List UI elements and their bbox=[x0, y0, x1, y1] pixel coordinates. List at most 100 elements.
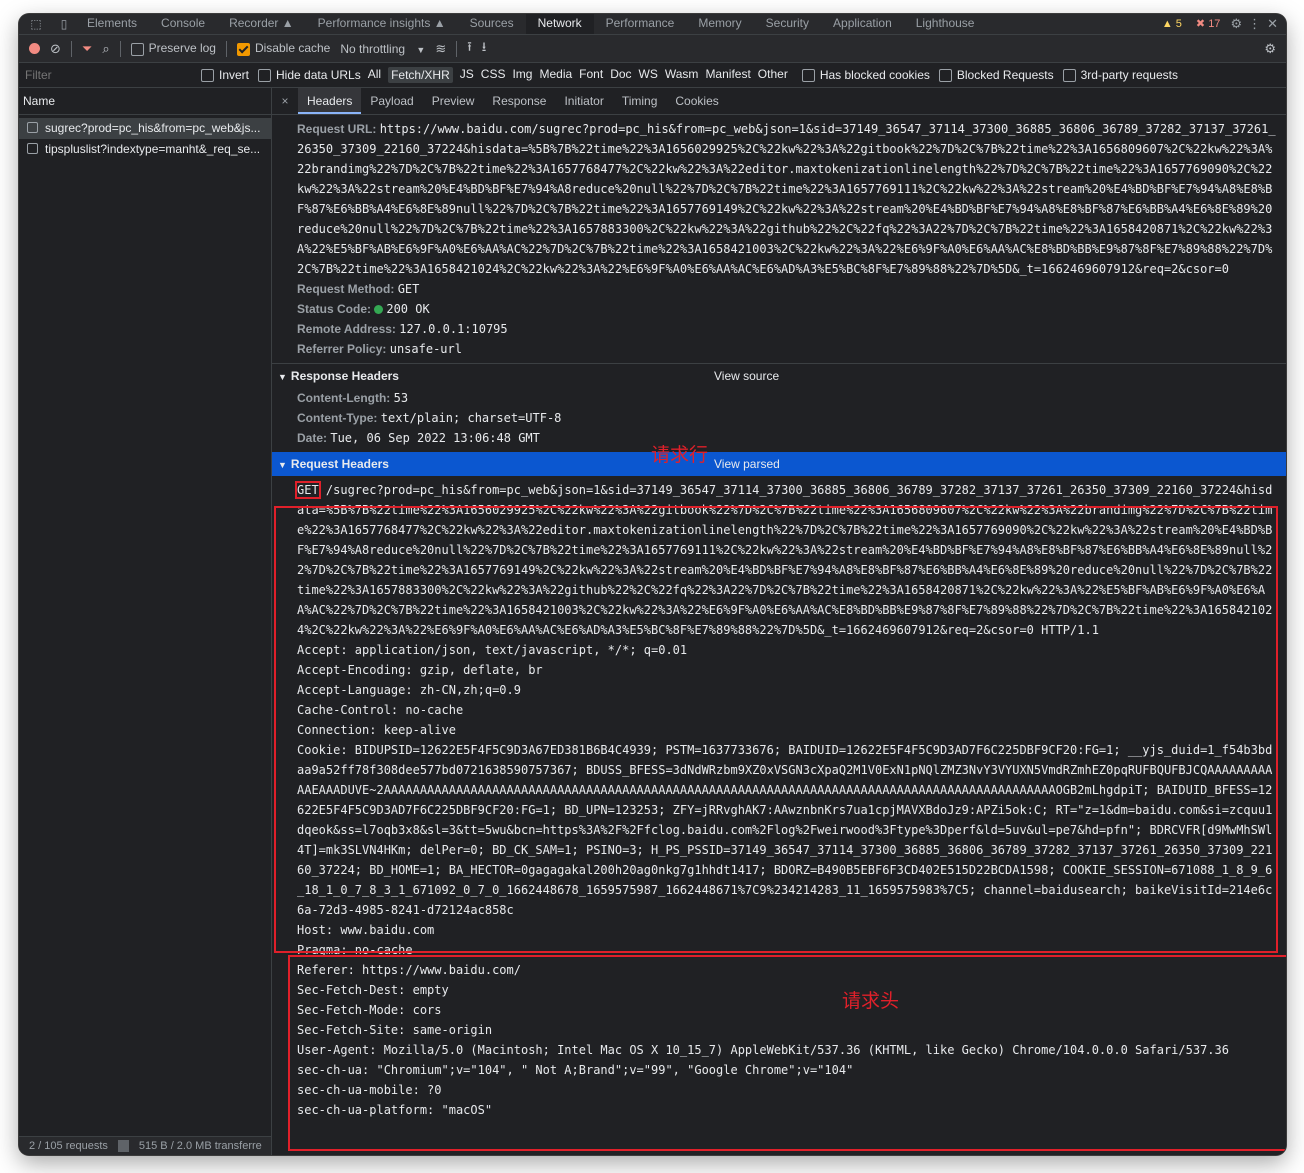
referrer-policy-row: Referrer Policy: unsafe-url bbox=[272, 339, 1286, 359]
preserve-log-checkbox[interactable]: Preserve log bbox=[130, 41, 216, 56]
view-source-link[interactable]: View source bbox=[714, 364, 779, 388]
detail-tab-cookies[interactable]: Cookies bbox=[666, 88, 727, 114]
panel-tab[interactable]: Memory bbox=[686, 14, 753, 34]
more-menu-icon[interactable]: ⋮ bbox=[1248, 16, 1261, 32]
request-row-checkbox[interactable] bbox=[27, 122, 38, 133]
type-filter-all[interactable]: All bbox=[368, 67, 381, 83]
network-toolbar: ⊘ ⏷ ⌕ Preserve log Disable cache No thro… bbox=[19, 35, 1286, 63]
detail-tab-timing[interactable]: Timing bbox=[613, 88, 667, 114]
type-filter-font[interactable]: Font bbox=[579, 67, 603, 83]
type-filter-img[interactable]: Img bbox=[512, 67, 532, 83]
request-detail-pane: × Headers Payload Preview Response Initiator… bbox=[272, 88, 1286, 1155]
close-detail-icon[interactable]: × bbox=[272, 94, 298, 108]
throttling-select[interactable]: No throttling ▼ bbox=[340, 42, 425, 56]
third-party-box[interactable] bbox=[1062, 69, 1076, 83]
network-settings-icon[interactable]: ⚙ bbox=[1264, 41, 1276, 57]
type-filter-media[interactable]: Media bbox=[539, 67, 572, 83]
warning-count[interactable]: ▲ 5 bbox=[1158, 17, 1186, 31]
filter-input[interactable] bbox=[23, 66, 187, 84]
has-blocked-cookies-box[interactable] bbox=[801, 69, 815, 83]
remote-address-row: Remote Address: 127.0.0.1:10795 bbox=[272, 319, 1286, 339]
response-headers-header[interactable]: ▼ Response Headers View source bbox=[272, 363, 1286, 388]
headers-content: Request URL: https://www.baidu.com/sugre… bbox=[272, 115, 1286, 1155]
record-icon[interactable] bbox=[29, 43, 40, 54]
type-filter-ws[interactable]: WS bbox=[639, 67, 658, 83]
inspect-element-icon[interactable]: ⬚ bbox=[19, 14, 53, 34]
panel-tab[interactable]: Security bbox=[754, 14, 821, 34]
detail-tabs: × Headers Payload Preview Response Initiator… bbox=[272, 88, 1286, 115]
resource-type-filters: All Fetch/XHR JS CSS Img Media Font Doc WS Wasm Ma… bbox=[361, 67, 788, 83]
blocked-requests-box[interactable] bbox=[938, 69, 952, 83]
invert-checkbox[interactable]: Invert bbox=[201, 68, 249, 83]
request-header-annotation: 请求头 bbox=[842, 990, 900, 1012]
panel-tab[interactable]: Application bbox=[821, 14, 904, 34]
disable-cache-box[interactable] bbox=[236, 42, 250, 56]
response-headers-list: Content-Length: 53 Content-Type: text/pla… bbox=[272, 388, 1286, 452]
remote-address-value: 127.0.0.1:10795 bbox=[399, 322, 508, 336]
panel-tab[interactable]: Console bbox=[149, 14, 217, 34]
detail-tab-headers[interactable]: Headers bbox=[298, 88, 362, 114]
preserve-log-label: Preserve log bbox=[148, 41, 216, 56]
preserve-log-box[interactable] bbox=[130, 42, 144, 56]
gear-icon[interactable]: ⚙ bbox=[1230, 16, 1242, 32]
panel-tab[interactable]: Elements bbox=[75, 14, 149, 34]
invert-box[interactable] bbox=[201, 69, 214, 83]
chevron-down-icon: ▼ bbox=[416, 44, 426, 55]
request-url-value: https://www.baidu.com/sugrec?prod=pc_his… bbox=[297, 122, 1276, 276]
detail-tab-response[interactable]: Response bbox=[483, 88, 555, 114]
blocked-requests-checkbox[interactable]: Blocked Requests bbox=[938, 68, 1054, 83]
name-column-header[interactable]: Name bbox=[19, 88, 271, 115]
export-har-icon[interactable]: ⭳ bbox=[482, 38, 487, 60]
panel-tab[interactable]: Performance insights ▲ bbox=[306, 14, 458, 34]
raw-header-line: Host: www.baidu.com bbox=[297, 923, 435, 937]
has-blocked-cookies-checkbox[interactable]: Has blocked cookies bbox=[801, 68, 930, 83]
detail-tab-payload[interactable]: Payload bbox=[361, 88, 422, 114]
type-filter-manifest[interactable]: Manifest bbox=[705, 67, 750, 83]
error-count-value: 17 bbox=[1208, 18, 1221, 30]
hide-data-urls-checkbox[interactable]: Hide data URLs bbox=[258, 67, 361, 83]
status-dot-icon bbox=[374, 305, 384, 314]
view-parsed-link[interactable]: View parsed bbox=[714, 452, 780, 476]
disable-cache-label: Disable cache bbox=[254, 41, 331, 56]
type-filter-wasm[interactable]: Wasm bbox=[665, 67, 699, 83]
request-row[interactable]: sugrec?prod=pc_his&from=pc_web&js... bbox=[19, 118, 271, 139]
detail-tab-preview[interactable]: Preview bbox=[423, 88, 484, 114]
response-header-key: Content-Length: bbox=[297, 391, 391, 405]
network-conditions-icon[interactable]: ≋ bbox=[435, 41, 446, 57]
panel-tab[interactable]: Lighthouse bbox=[904, 14, 987, 34]
type-filter-css[interactable]: CSS bbox=[481, 67, 506, 83]
transferred-size: 515 B / 2.0 MB transferre bbox=[138, 1140, 262, 1152]
error-count[interactable]: ✖ 17 bbox=[1192, 17, 1225, 31]
third-party-checkbox[interactable]: 3rd-party requests bbox=[1062, 68, 1178, 83]
disable-cache-checkbox[interactable]: Disable cache bbox=[236, 41, 331, 56]
device-toolbar-icon[interactable]: ▯ bbox=[53, 14, 75, 34]
search-icon[interactable]: ⌕ bbox=[102, 41, 109, 57]
expand-triangle-icon: ▼ bbox=[278, 460, 287, 470]
type-filter-other[interactable]: Other bbox=[758, 67, 788, 83]
hide-data-urls-label: Hide data URLs bbox=[276, 67, 361, 82]
panel-tab[interactable]: Recorder ▲ bbox=[217, 14, 306, 34]
clear-icon[interactable]: ⊘ bbox=[50, 41, 61, 57]
raw-header-line: Accept-Encoding: gzip, deflate, br bbox=[297, 663, 543, 677]
request-headers-header[interactable]: ▼ Request Headers View parsed bbox=[272, 452, 1286, 476]
hide-data-urls-box[interactable] bbox=[258, 69, 272, 83]
filter-bar: Invert Hide data URLs All Fetch/XHR JS CSS I… bbox=[19, 63, 1286, 88]
request-row-name: tipspluslist?indextype=manht&_req_se... bbox=[45, 142, 261, 156]
request-row[interactable]: tipspluslist?indextype=manht&_req_se... bbox=[19, 139, 271, 160]
request-count: 2 / 105 requests bbox=[29, 1140, 108, 1152]
raw-header-line: Sec-Fetch-Dest: empty bbox=[297, 983, 449, 997]
detail-tab-initiator[interactable]: Initiator bbox=[555, 88, 612, 114]
type-filter-js[interactable]: JS bbox=[460, 67, 474, 83]
type-filter-doc[interactable]: Doc bbox=[610, 67, 631, 83]
import-har-icon[interactable]: ⭱ bbox=[467, 38, 472, 60]
filter-icon[interactable]: ⏷ bbox=[82, 41, 92, 57]
panel-tab[interactable]: Performance bbox=[594, 14, 687, 34]
warning-count-value: 5 bbox=[1175, 18, 1182, 30]
type-filter-fetch-xhr[interactable]: Fetch/XHR bbox=[388, 67, 453, 83]
request-row-checkbox[interactable] bbox=[27, 143, 38, 154]
general-section: Request URL: https://www.baidu.com/sugre… bbox=[272, 115, 1286, 363]
status-code-label: Status Code: bbox=[297, 302, 372, 316]
panel-tab[interactable]: Sources bbox=[458, 14, 526, 34]
close-icon[interactable]: ✕ bbox=[1267, 16, 1278, 32]
panel-tab[interactable]: Network bbox=[525, 14, 594, 34]
